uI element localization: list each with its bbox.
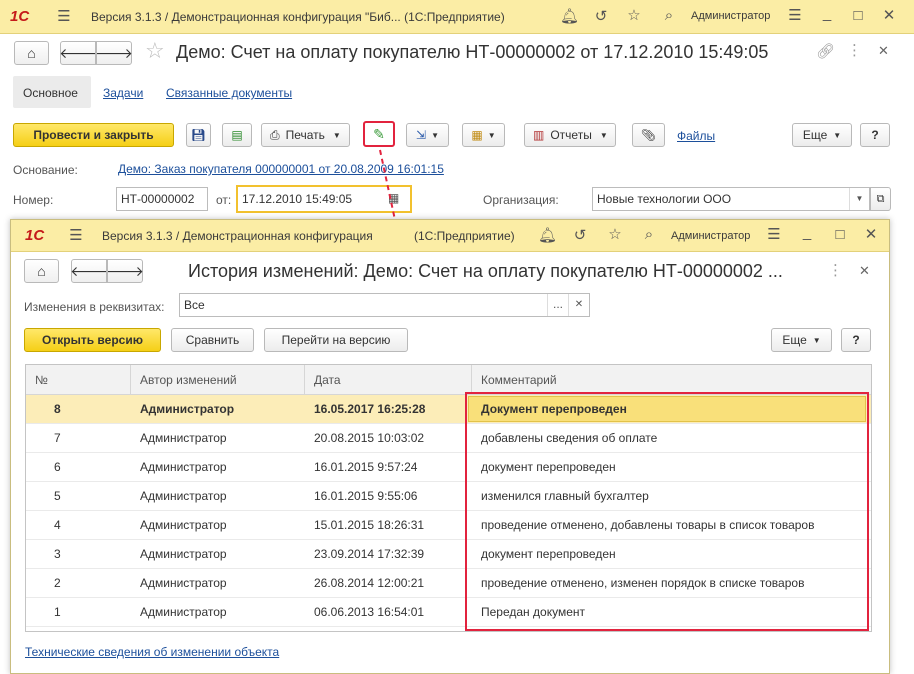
cell-author: Администратор — [140, 518, 227, 532]
column-header-author[interactable]: Автор изменений — [131, 365, 305, 395]
table-header: № Автор изменений Дата Комментарий — [26, 365, 871, 395]
cell-num: 2 — [54, 576, 61, 590]
inner-arrow-right-icon: 🡒 — [106, 262, 144, 279]
cell-date: 06.06.2013 16:54:01 — [314, 605, 425, 619]
column-header-date[interactable]: Дата — [305, 365, 472, 395]
cell-date: 20.08.2015 10:03:02 — [314, 431, 425, 445]
compare-button[interactable]: Сравнить — [171, 328, 254, 352]
inner-star-icon[interactable]: ☆ — [606, 227, 624, 243]
inner-home-button[interactable]: ⌂ — [24, 259, 59, 283]
inner-more-dots-icon[interactable]: ⋮ — [828, 261, 843, 279]
cell-author: Администратор — [140, 489, 227, 503]
goto-version-button[interactable]: Перейти на версию — [264, 328, 408, 352]
cell-author: Администратор — [140, 547, 227, 561]
inner-help-button[interactable]: ? — [841, 328, 871, 352]
cell-num: 8 — [54, 402, 61, 416]
clear-icon[interactable]: ✕ — [568, 294, 589, 316]
filter-value: Все — [184, 298, 205, 312]
open-version-button[interactable]: Открыть версию — [24, 328, 161, 352]
inner-window-title: Версия 3.1.3 / Демонстрационная конфигур… — [102, 229, 373, 243]
cell-num: 7 — [54, 431, 61, 445]
chevron-down-icon: ▼ — [812, 335, 821, 345]
cell-date: 16.01.2015 9:55:06 — [314, 489, 418, 503]
inner-1c-logo: 1С — [25, 227, 45, 244]
cell-date: 26.08.2014 12:00:21 — [314, 576, 425, 590]
column-header-comment[interactable]: Комментарий — [472, 365, 871, 395]
inner-forward-button[interactable]: 🡒 — [106, 259, 144, 283]
filter-field[interactable]: Все ... ✕ — [179, 293, 590, 317]
cell-author: Администратор — [140, 431, 227, 445]
inner-home-icon: ⌂ — [37, 263, 46, 279]
cell-num: 5 — [54, 489, 61, 503]
inner-bell-icon[interactable]: 🔔︎ — [538, 228, 557, 244]
technical-info-link[interactable]: Технические сведения об изменении объект… — [25, 645, 279, 659]
cell-author: Администратор — [140, 460, 227, 474]
inner-more-label: Еще — [782, 333, 807, 347]
filter-label: Изменения в реквизитах: — [24, 300, 165, 314]
select-dots-icon[interactable]: ... — [547, 294, 568, 316]
inner-user-name: Администратор — [671, 230, 751, 242]
cell-date: 16.05.2017 16:25:28 — [314, 402, 426, 416]
cell-author: Администратор — [140, 576, 227, 590]
cell-num: 4 — [54, 518, 61, 532]
cell-date: 15.01.2015 18:26:31 — [314, 518, 425, 532]
cell-author: Администратор — [140, 402, 235, 416]
inner-settings-menu-icon[interactable]: ☰ — [765, 227, 783, 243]
cell-num: 6 — [54, 460, 61, 474]
inner-minimize-icon[interactable]: _ — [798, 225, 816, 241]
cell-num: 3 — [54, 547, 61, 561]
cell-date: 23.09.2014 17:32:39 — [314, 547, 425, 561]
inner-search-icon[interactable]: ⌕ — [640, 227, 658, 243]
cell-num: 1 — [54, 605, 61, 619]
inner-menu-icon[interactable]: ☰ — [67, 228, 85, 244]
inner-arrow-left-icon: 🡐 — [70, 262, 108, 279]
inner-maximize-icon[interactable]: □ — [831, 227, 849, 243]
inner-form-close-icon[interactable]: ✕ — [859, 263, 870, 279]
cell-author: Администратор — [140, 605, 227, 619]
inner-back-button[interactable]: 🡐 — [70, 259, 108, 283]
history-form-title: История изменений: Демо: Счет на оплату … — [188, 261, 783, 281]
comment-highlight-box — [465, 392, 869, 631]
inner-history-icon[interactable]: ↺ — [571, 228, 589, 244]
history-window: 1С ☰ Версия 3.1.3 / Демонстрационная кон… — [10, 219, 890, 674]
column-header-num[interactable]: № — [26, 365, 131, 395]
inner-window-title-suffix: (1С:Предприятие) — [414, 229, 515, 243]
cell-date: 16.01.2015 9:57:24 — [314, 460, 418, 474]
inner-close-icon[interactable]: ✕ — [862, 227, 880, 243]
inner-more-button[interactable]: Еще ▼ — [771, 328, 832, 352]
inner-titlebar: 1С ☰ Версия 3.1.3 / Демонстрационная кон… — [11, 220, 889, 252]
